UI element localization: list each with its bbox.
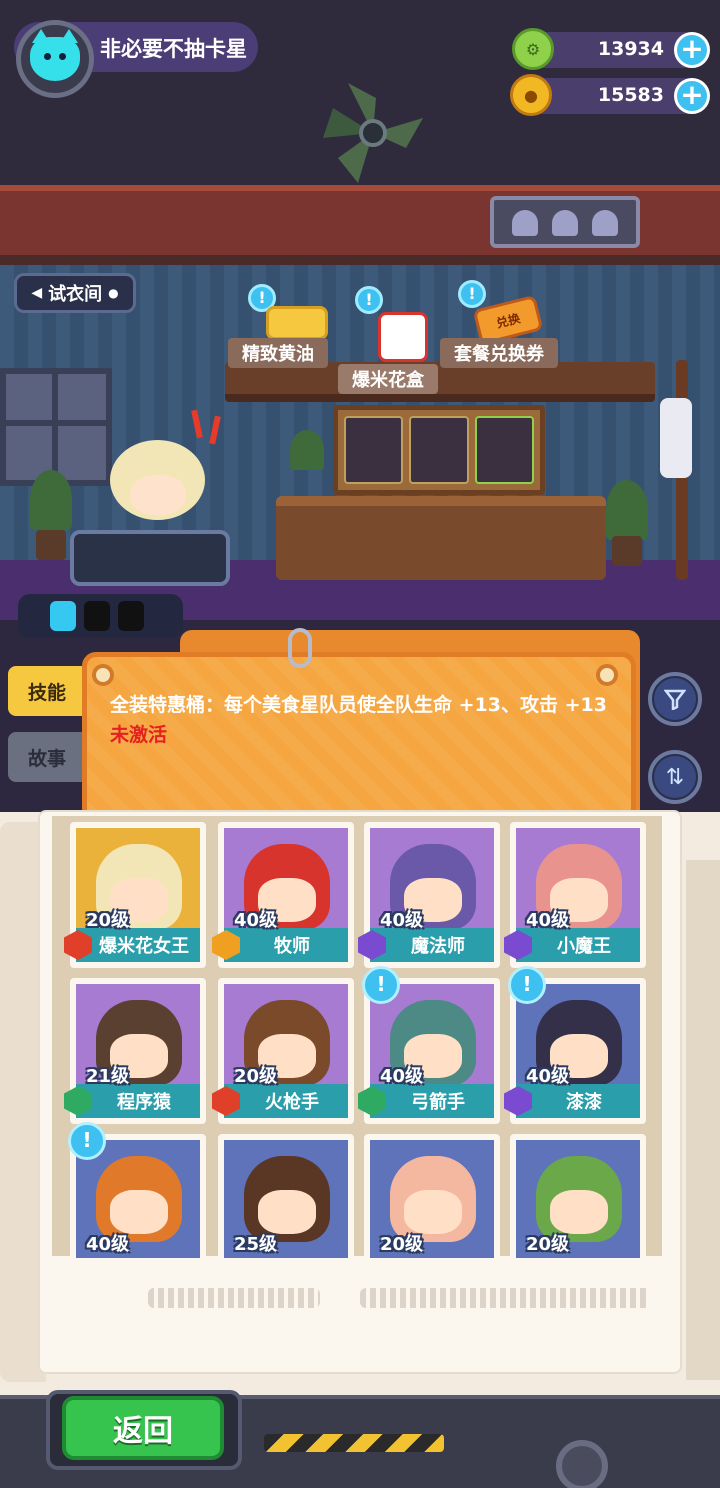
back-button[interactable]: 返回 — [62, 1396, 224, 1460]
character-face — [130, 475, 186, 515]
currency-gold-coin-value: 15583 — [597, 84, 664, 106]
character-face — [110, 1190, 168, 1234]
character-level: 40级 — [86, 1234, 130, 1255]
character-card[interactable]: 20级 — [510, 1134, 646, 1264]
info-bubble-icon[interactable]: ! — [355, 286, 383, 314]
book-spine-right — [686, 860, 720, 1380]
filter-icon — [654, 678, 696, 720]
skill-description-block: 全装特惠桶：每个美食星队员使全队生命 +13、攻击 +13 未激活 — [110, 690, 610, 750]
filter-button[interactable] — [648, 672, 702, 726]
character-face — [258, 1190, 316, 1234]
tab-story[interactable]: 故事 — [8, 732, 86, 782]
gold-planet-coin-icon: ● — [510, 74, 552, 116]
character-level: 20级 — [86, 910, 130, 931]
character-level: 40级 — [526, 910, 570, 931]
blurred-caption — [148, 1288, 320, 1308]
character-level: 40级 — [526, 1066, 570, 1087]
character-face — [404, 1190, 462, 1234]
coupon-badge: 兑换 — [494, 310, 522, 331]
exclamation-icon — [191, 409, 221, 445]
info-bubble-icon[interactable]: ! — [68, 1122, 106, 1160]
dial-decoration — [556, 1440, 608, 1488]
rivet — [596, 664, 618, 686]
lightning-slot-icon[interactable] — [50, 601, 76, 631]
add-gear-coin-button[interactable]: + — [674, 32, 710, 68]
hanging-coat — [660, 398, 692, 478]
shelf-item-meal-coupon[interactable]: 套餐兑换券 — [440, 338, 558, 368]
wooden-desk — [276, 496, 606, 580]
character-level: 40级 — [380, 910, 424, 931]
sort-swap-icon: ⇅ — [654, 756, 696, 798]
character-level: 20级 — [380, 1234, 424, 1255]
character-card[interactable]: 25级 — [218, 1134, 354, 1264]
player-name: 非必要不抽卡星 — [100, 37, 247, 61]
cat-avatar-icon — [30, 29, 80, 81]
info-bubble-icon[interactable]: ! — [458, 280, 486, 308]
dot-icon: ● — [108, 286, 119, 300]
ghost-icon — [512, 210, 538, 236]
potted-plant — [606, 480, 648, 540]
plant-pot — [36, 530, 66, 560]
character-level: 25级 — [234, 1234, 278, 1255]
outfit-slot[interactable] — [474, 416, 534, 484]
info-bubble-icon[interactable]: ! — [508, 966, 546, 1004]
plant-pot — [612, 536, 642, 566]
potted-plant — [30, 470, 72, 530]
character-level: 20级 — [526, 1234, 570, 1255]
blurred-caption — [360, 1288, 650, 1308]
shelf-item-popcorn-box[interactable]: 爆米花盒 — [338, 364, 438, 394]
rivet — [92, 664, 114, 686]
butter-icon[interactable] — [266, 306, 328, 340]
hazard-stripe — [264, 1434, 444, 1452]
outfit-slot[interactable] — [344, 416, 404, 484]
paper-clip-icon — [288, 628, 312, 668]
outfit-slots-bar — [18, 594, 183, 638]
tab-skill[interactable]: 技能 — [8, 666, 86, 716]
empty-slot[interactable] — [118, 601, 144, 631]
character-level: 20级 — [234, 1066, 278, 1087]
ghost-vent — [490, 196, 640, 248]
character-level: 21级 — [86, 1066, 130, 1087]
popcorn-machine — [70, 530, 230, 586]
fitting-room-label: 试衣间 — [48, 284, 103, 305]
potted-plant — [290, 430, 324, 470]
character-card[interactable]: 20级 — [364, 1134, 500, 1264]
outfit-slot[interactable] — [409, 416, 469, 484]
info-bubble-icon[interactable]: ! — [362, 966, 400, 1004]
caret-left-icon: ◀ — [31, 285, 43, 301]
character-level: 40级 — [234, 910, 278, 931]
ceiling-fan-icon — [323, 83, 423, 183]
ghost-icon — [552, 210, 578, 236]
popcorn-box-icon[interactable] — [378, 312, 428, 362]
ghost-icon — [592, 210, 618, 236]
green-gear-coin-icon: ⚙ — [512, 28, 554, 70]
player-avatar[interactable] — [16, 20, 94, 98]
currency-gear-coin-value: 13934 — [597, 38, 664, 60]
outfit-display-case — [333, 405, 545, 495]
skill-description: 全装特惠桶：每个美食星队员使全队生命 +13、攻击 +13 — [110, 694, 607, 716]
character-face — [550, 1190, 608, 1234]
fitting-room-tag[interactable]: ◀ 试衣间 ● — [14, 273, 136, 313]
empty-slot[interactable] — [84, 601, 110, 631]
sort-button[interactable]: ⇅ — [648, 750, 702, 804]
skill-status: 未激活 — [110, 724, 168, 746]
display-shelf — [225, 362, 655, 402]
add-gold-coin-button[interactable]: + — [674, 78, 710, 114]
shelf-item-butter[interactable]: 精致黄油 — [228, 338, 328, 368]
character-level: 40级 — [380, 1066, 424, 1087]
